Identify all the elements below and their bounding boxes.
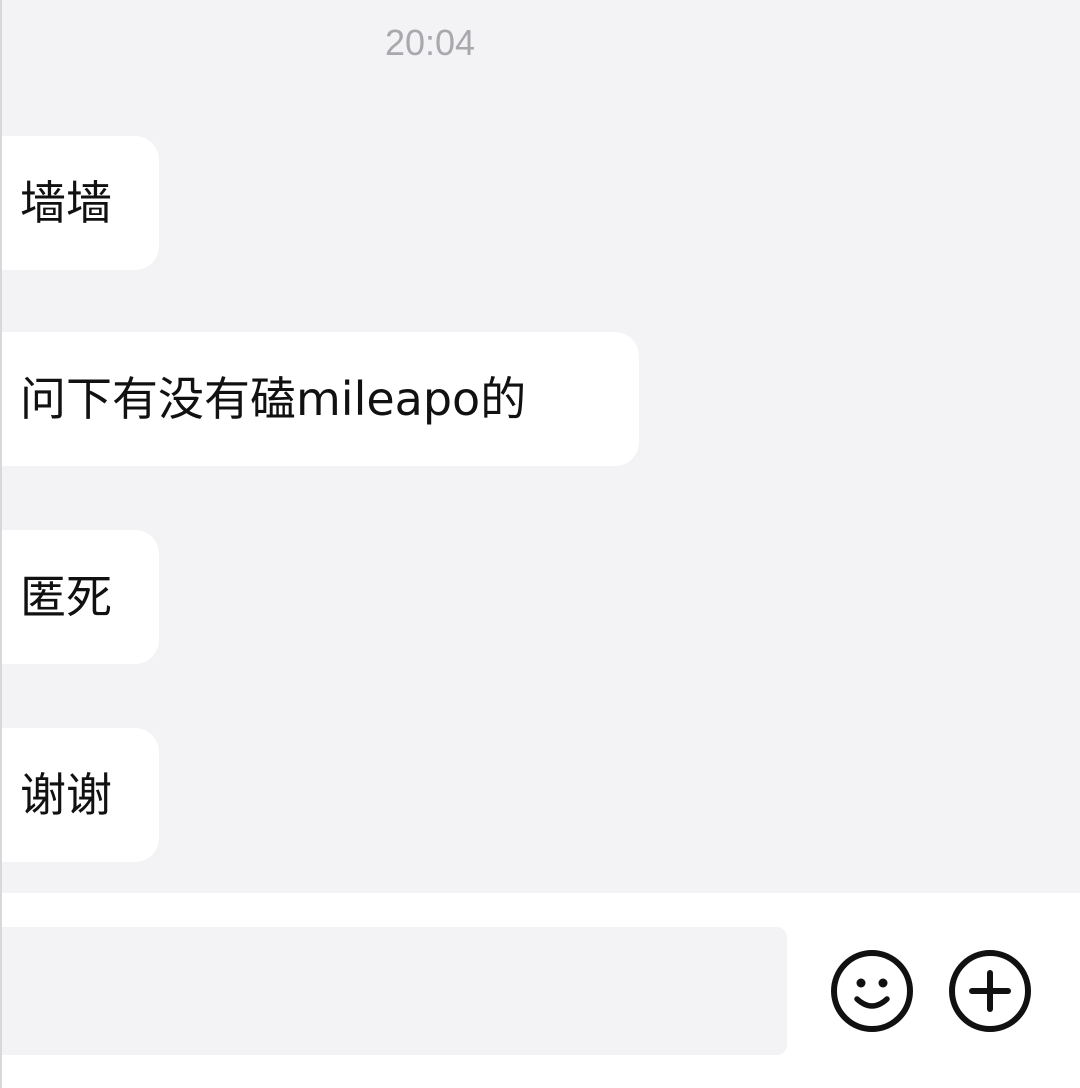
message-bubble[interactable]: 问下有没有磕mileapo的 <box>0 332 639 466</box>
message-input-bar <box>0 893 1080 1088</box>
message-bubble[interactable]: 匿死 <box>0 530 159 664</box>
emoji-button[interactable] <box>830 949 914 1033</box>
plus-circle-icon <box>949 950 1031 1032</box>
message-timestamp: 20:04 <box>384 22 476 63</box>
chat-area[interactable]: 20:04 墙墙 问下有没有磕mileapo的 匿死 谢谢 <box>0 0 1080 893</box>
window-edge <box>0 0 2 1088</box>
message-bubble[interactable]: 谢谢 <box>0 728 159 862</box>
message-bubble[interactable]: 墙墙 <box>0 136 159 270</box>
message-input[interactable] <box>0 927 787 1055</box>
smiley-icon <box>831 950 913 1032</box>
add-attachment-button[interactable] <box>948 949 1032 1033</box>
